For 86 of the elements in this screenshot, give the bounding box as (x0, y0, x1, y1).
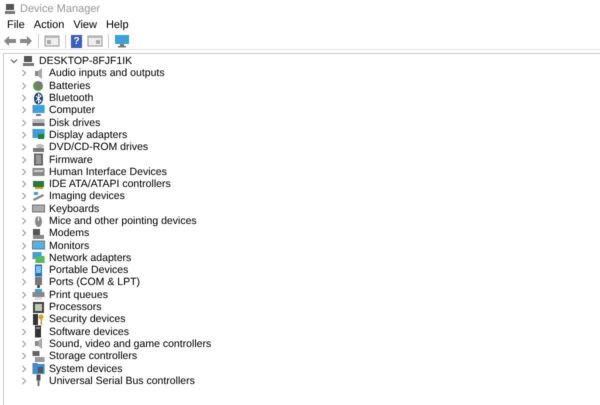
tree-item[interactable]: DVD/CD-ROM drives (49, 141, 148, 154)
tree-item[interactable]: Print queues (49, 288, 108, 301)
chevron-right-icon[interactable] (20, 340, 28, 348)
tree-item[interactable]: Batteries (49, 80, 90, 92)
device-icon (32, 264, 45, 277)
chevron-right-icon[interactable] (20, 94, 28, 102)
forward-icon[interactable] (19, 35, 33, 47)
chevron-right-icon[interactable] (20, 266, 28, 274)
computer-icon (4, 3, 16, 15)
tree-item[interactable]: Human Interface Devices (49, 166, 167, 178)
tree-item[interactable]: Network adapters (49, 252, 132, 264)
tree-item[interactable]: Portable Devices (49, 264, 128, 276)
tree-item[interactable]: IDE ATA/ATAPI controllers (49, 178, 171, 190)
chevron-right-icon[interactable] (20, 328, 28, 336)
chevron-down-icon[interactable] (10, 57, 18, 66)
chip-icon (32, 153, 45, 166)
chevron-right-icon[interactable] (20, 204, 28, 213)
chevron-right-icon[interactable] (20, 364, 28, 373)
help-icon[interactable]: ? (71, 34, 82, 48)
scanner-icon (32, 190, 45, 203)
network-icon (32, 251, 45, 264)
tree-item[interactable]: Storage controllers (49, 350, 138, 362)
chevron-right-icon[interactable] (20, 106, 28, 114)
tree-item[interactable]: Processors (49, 301, 102, 314)
tree-item[interactable]: DESKTOP-8FJF1IK (39, 55, 132, 68)
speaker-icon (32, 337, 45, 350)
folder-icon (32, 362, 45, 376)
chevron-right-icon[interactable] (20, 217, 28, 225)
chevron-right-icon[interactable] (20, 192, 28, 200)
monitor-icon (32, 239, 45, 252)
tree-item[interactable]: Display adapters (49, 128, 128, 141)
mouse-icon (32, 214, 45, 228)
chevron-right-icon[interactable] (20, 242, 28, 250)
tree-item[interactable]: Audio inputs and outputs (49, 67, 165, 80)
chevron-right-icon[interactable] (20, 278, 28, 286)
tree-item[interactable]: Keyboards (49, 202, 100, 215)
window-icon[interactable] (87, 35, 103, 47)
display-card-icon (32, 128, 45, 142)
tree-item[interactable]: Software devices (49, 326, 129, 338)
tree-item[interactable]: Firmware (49, 154, 93, 166)
tree-item[interactable]: Ports (COM & LPT) (49, 276, 140, 288)
bluetooth-icon (32, 92, 45, 105)
tree-item[interactable]: Imaging devices (49, 190, 125, 202)
chevron-right-icon[interactable] (20, 130, 28, 139)
chevron-right-icon[interactable] (20, 69, 28, 78)
chevron-right-icon[interactable] (20, 156, 28, 164)
tree-item[interactable]: System devices (49, 362, 123, 375)
chevron-right-icon[interactable] (20, 290, 28, 299)
processor-icon (32, 300, 45, 314)
computer-icon (22, 54, 35, 68)
tree-item[interactable]: Monitors (49, 240, 90, 252)
tree-item[interactable]: Bluetooth (49, 92, 94, 104)
speaker-icon (32, 66, 45, 80)
window-title: Device Manager (20, 2, 100, 17)
monitor-icon (32, 104, 45, 117)
chevron-right-icon[interactable] (20, 315, 28, 324)
chevron-right-icon[interactable] (20, 118, 28, 127)
tree-item[interactable]: Security devices (49, 313, 126, 326)
menu-item[interactable]: File (3, 16, 29, 34)
tree-item[interactable]: Sound, video and game controllers (49, 338, 212, 350)
monitor-icon[interactable] (114, 34, 130, 48)
chevron-right-icon[interactable] (20, 229, 28, 238)
tree-item[interactable]: Computer (49, 104, 96, 116)
key-icon (32, 312, 45, 326)
tree-item[interactable]: Disk drives (49, 116, 100, 129)
keyboard-icon (32, 202, 45, 216)
storage-icon (32, 350, 45, 363)
window-icon[interactable] (44, 35, 60, 47)
menu-item[interactable]: Action (30, 16, 68, 34)
modem-icon (32, 226, 45, 240)
menu-item[interactable]: View (69, 16, 101, 34)
chevron-right-icon[interactable] (20, 303, 28, 312)
chevron-right-icon[interactable] (20, 352, 28, 360)
chevron-right-icon[interactable] (20, 376, 28, 385)
port-icon (32, 276, 45, 289)
chevron-right-icon[interactable] (20, 168, 28, 176)
tree-item[interactable]: Mice and other pointing devices (49, 215, 197, 227)
chevron-right-icon[interactable] (20, 180, 28, 188)
printer-icon (32, 288, 45, 302)
chevron-right-icon[interactable] (20, 143, 28, 152)
tree-item[interactable]: Modems (49, 227, 90, 240)
back-icon[interactable] (3, 35, 17, 47)
tree-item[interactable]: Universal Serial Bus controllers (49, 374, 195, 387)
chevron-right-icon[interactable] (20, 254, 28, 262)
chevron-right-icon[interactable] (20, 82, 28, 90)
menu-item[interactable]: Help (102, 16, 133, 34)
